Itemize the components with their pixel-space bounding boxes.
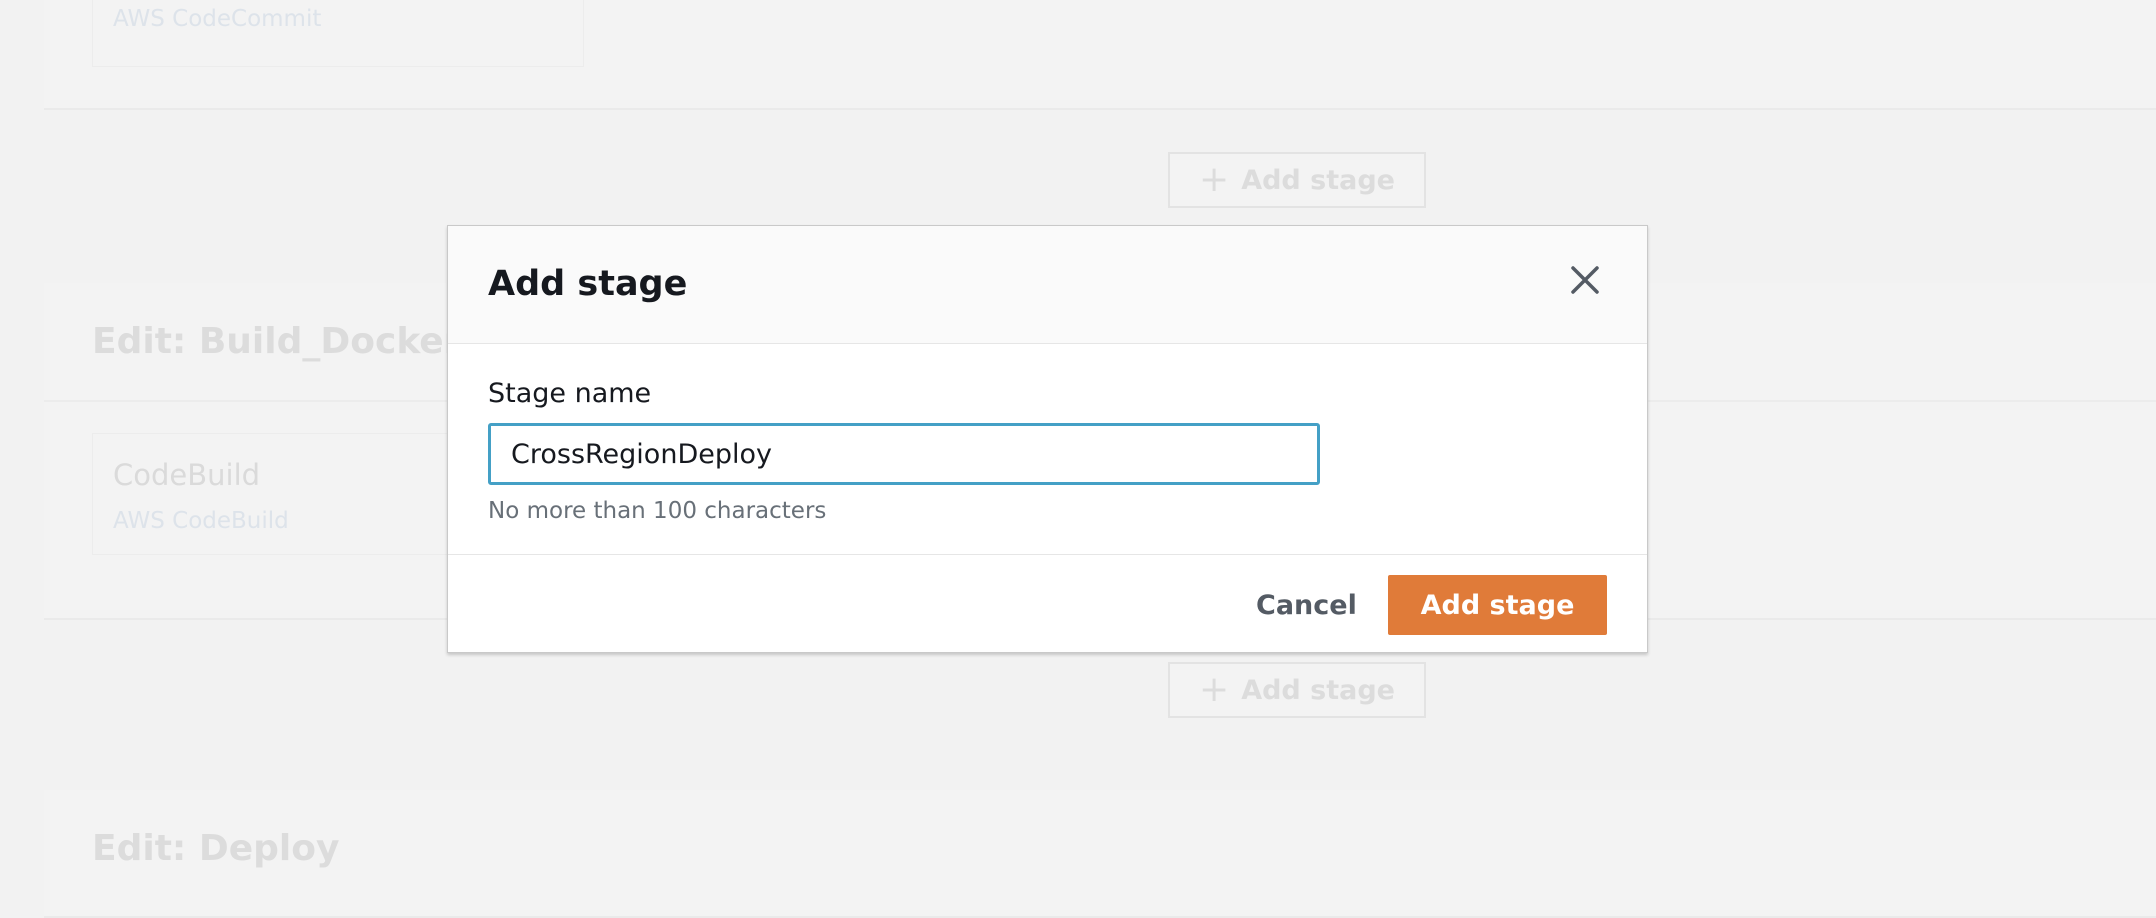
plus-icon: + xyxy=(1199,672,1229,708)
deploy-stage-title: Edit: Deploy xyxy=(92,828,339,869)
stage-name-input[interactable] xyxy=(488,423,1320,485)
build-action-provider: AWS CodeBuild xyxy=(113,508,289,534)
source-action-provider: AWS CodeCommit xyxy=(113,6,321,32)
add-stage-modal: Add stage Stage name No more than 100 ch… xyxy=(447,225,1648,653)
stage-name-label: Stage name xyxy=(488,378,651,409)
cancel-button[interactable]: Cancel xyxy=(1236,575,1377,635)
modal-header: Add stage xyxy=(448,226,1647,344)
modal-title: Add stage xyxy=(488,264,687,304)
build-action-name: CodeBuild xyxy=(113,458,260,492)
source-stage-panel: AWS CodeCommit xyxy=(44,0,2156,110)
plus-icon: + xyxy=(1199,162,1229,198)
modal-footer xyxy=(448,554,1647,555)
source-action-card: AWS CodeCommit xyxy=(92,0,584,67)
add-stage-label: Add stage xyxy=(1241,675,1395,706)
close-icon xyxy=(1570,265,1600,295)
add-stage-label: Add stage xyxy=(1241,165,1395,196)
add-stage-button-upper[interactable]: + Add stage xyxy=(1168,152,1426,208)
stage-name-hint: No more than 100 characters xyxy=(488,498,826,524)
add-stage-button-lower[interactable]: + Add stage xyxy=(1168,662,1426,718)
deploy-stage-panel: Edit: Deploy xyxy=(44,790,2156,918)
close-button[interactable] xyxy=(1563,258,1607,302)
add-stage-submit-button[interactable]: Add stage xyxy=(1388,575,1607,635)
